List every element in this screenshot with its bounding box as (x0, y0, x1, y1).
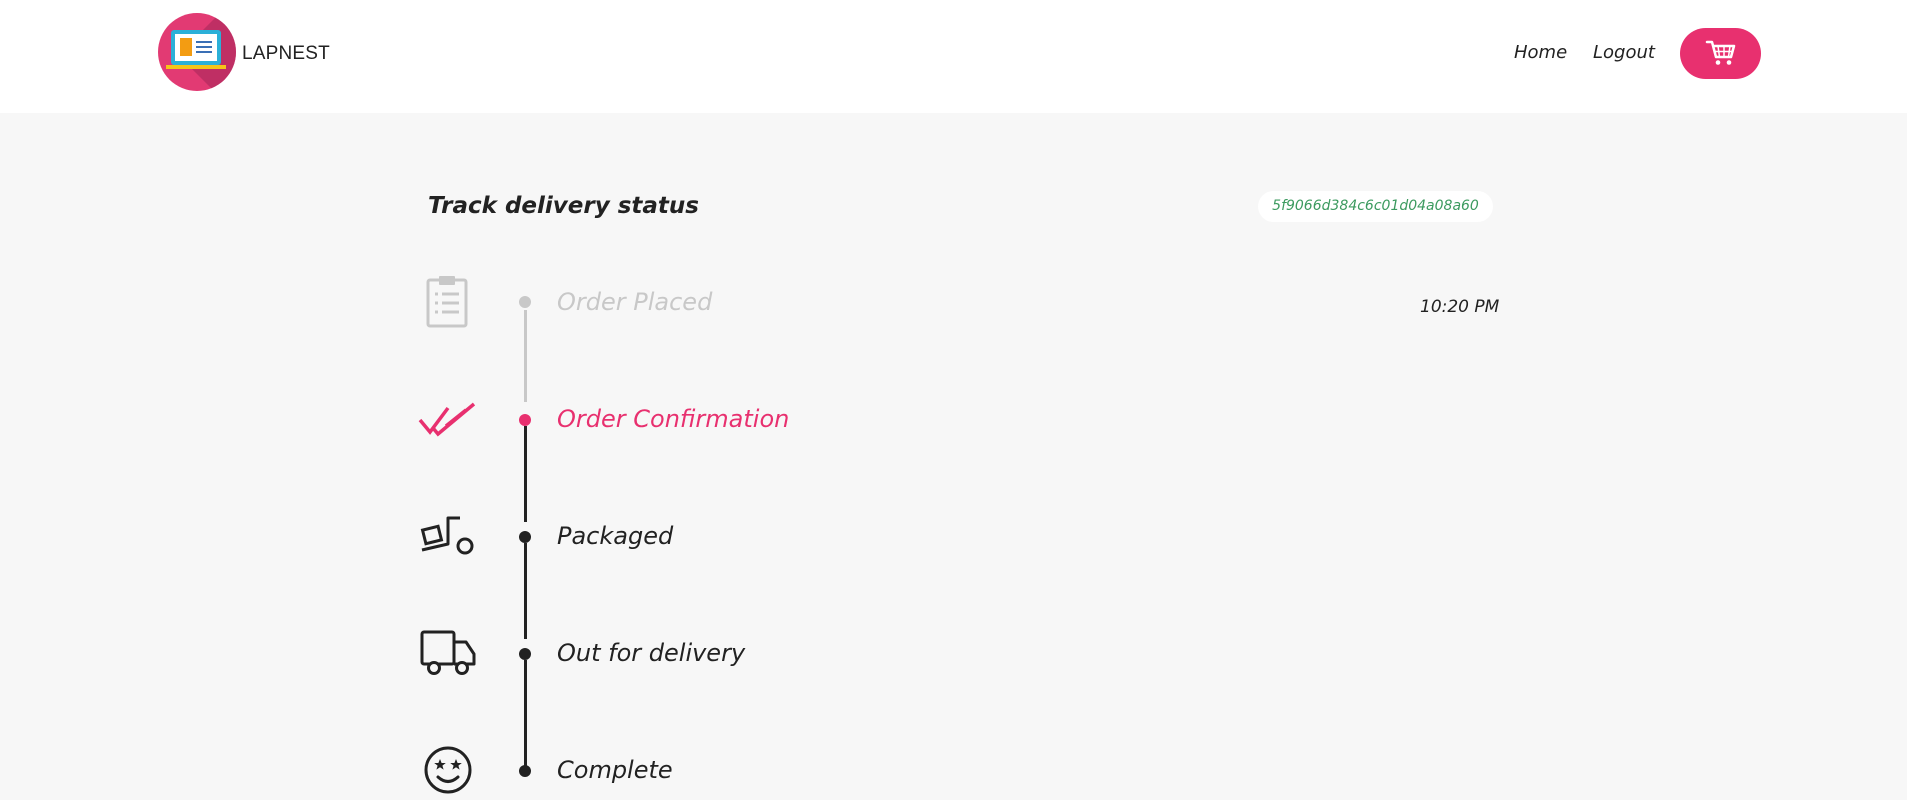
lapnest-logo[interactable] (158, 13, 236, 91)
timeline-segment-done (524, 310, 527, 402)
step-label-order-placed: Order Placed (557, 288, 713, 316)
step-dot-done (519, 296, 531, 308)
nav-home-link[interactable]: Home (1514, 42, 1567, 63)
double-check-icon (418, 402, 476, 437)
step-label-complete: Complete (557, 756, 673, 784)
dolly-box-icon (420, 516, 474, 555)
cart-button[interactable] (1680, 28, 1761, 79)
smiley-star-eyes-icon (424, 746, 472, 794)
navbar: LAPNEST Home Logout (0, 0, 1907, 113)
brand-name[interactable]: LAPNEST (242, 43, 330, 65)
truck-icon (420, 630, 476, 675)
page-title: Track delivery status (428, 193, 699, 219)
laptop-base (166, 65, 226, 69)
order-id-badge: 5f9066d384c6c01d04a08a60 (1258, 191, 1493, 222)
step-dot-pending (519, 648, 531, 660)
timeline-segment (524, 426, 527, 522)
step-label-order-confirmation: Order Confirmation (557, 405, 790, 433)
timeline-segment (524, 543, 527, 639)
nav-logout-link[interactable]: Logout (1593, 42, 1655, 63)
step-label-out-for-delivery: Out for delivery (557, 639, 746, 667)
cart-icon (1705, 40, 1736, 65)
step-dot-current (519, 414, 531, 426)
order-time: 10:20 PM (1420, 297, 1500, 317)
step-dot-pending (519, 531, 531, 543)
timeline-segment (524, 660, 527, 766)
clipboard-icon (426, 276, 468, 328)
step-dot-pending (519, 765, 531, 777)
step-label-packaged: Packaged (557, 522, 674, 550)
